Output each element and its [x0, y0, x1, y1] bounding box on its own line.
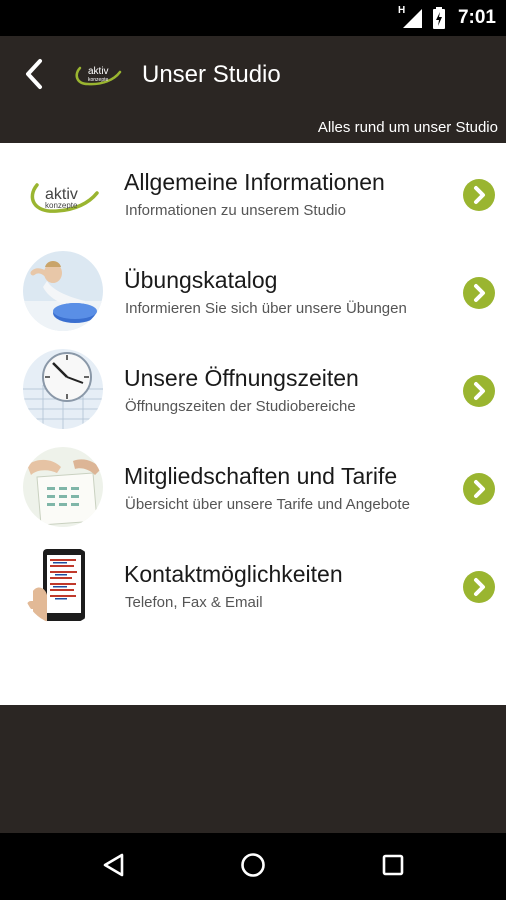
- chevron-right-icon: [463, 375, 495, 407]
- list-item-mitgliedschaften-tarife[interactable]: Mitgliedschaften und Tarife Übersicht üb…: [0, 437, 506, 535]
- nav-home-button[interactable]: [231, 845, 275, 889]
- list-item-title: Übungskatalog: [124, 267, 278, 293]
- contact-phone-photo-thumb: [23, 545, 103, 625]
- list-item-kontaktmoeglichkeiten[interactable]: Kontaktmöglichkeiten Telefon, Fax & Emai…: [0, 535, 506, 633]
- back-triangle-icon: [101, 852, 127, 883]
- svg-text:aktiv: aktiv: [88, 66, 109, 77]
- chevron-right-icon: [463, 571, 495, 603]
- list-item-oeffnungszeiten[interactable]: Unsere Öffnungszeiten Öffnungszeiten der…: [0, 339, 506, 437]
- list-item-title: Kontaktmöglichkeiten: [124, 561, 343, 587]
- status-icons: H 7:01: [397, 0, 496, 36]
- list-item-uebungskatalog[interactable]: Übungskatalog Informieren Sie sich über …: [0, 241, 506, 339]
- page-subtitle: Alles rund um unser Studio: [317, 119, 498, 136]
- list-item-subtitle: Öffnungszeiten der Studiobereiche: [125, 398, 356, 415]
- network-label: H: [397, 5, 406, 16]
- status-time: 7:01: [457, 7, 496, 28]
- home-circle-icon: [240, 852, 266, 883]
- list-item-subtitle: Telefon, Fax & Email: [125, 594, 263, 611]
- footer-area: [0, 705, 506, 833]
- svg-text:konzepte: konzepte: [88, 77, 109, 83]
- app-logo: aktiv konzepte: [74, 62, 124, 88]
- list-item-subtitle: Informieren Sie sich über unsere Übungen: [125, 300, 407, 317]
- list-item-allgemeine-informationen[interactable]: aktiv konzepte Allgemeine Informationen …: [0, 143, 506, 241]
- list-item-title: Mitgliedschaften und Tarife: [124, 463, 398, 489]
- menu-list: aktiv konzepte Allgemeine Informationen …: [0, 143, 506, 705]
- clock-photo-thumb: [23, 349, 103, 429]
- nav-recents-button[interactable]: [371, 845, 415, 889]
- svg-text:konzepte: konzepte: [45, 201, 78, 210]
- chevron-right-icon: [463, 473, 495, 505]
- battery-charging-icon: [432, 7, 446, 29]
- list-item-title: Unsere Öffnungszeiten: [124, 365, 359, 391]
- nav-back-button[interactable]: [92, 845, 136, 889]
- app-bar: aktiv konzepte Unser Studio Alles rund u…: [0, 36, 506, 143]
- list-item-subtitle: Informationen zu unserem Studio: [125, 202, 346, 219]
- chevron-left-icon: [22, 57, 46, 96]
- list-item-subtitle: Übersicht über unsere Tarife und Angebot…: [125, 496, 410, 513]
- system-nav-bar: [0, 833, 506, 900]
- signal-icon: H: [397, 5, 424, 29]
- back-button[interactable]: [14, 54, 54, 98]
- list-item-title: Allgemeine Informationen: [124, 169, 385, 195]
- page-title: Unser Studio: [142, 61, 281, 88]
- chevron-right-icon: [463, 179, 495, 211]
- screen: H 7:01 aktiv konzepte Unser Studio Alles…: [0, 0, 506, 900]
- exercise-photo-thumb: [23, 251, 103, 331]
- status-bar: H 7:01: [0, 0, 506, 36]
- aktiv-konzepte-logo-thumb: aktiv konzepte: [23, 153, 103, 233]
- chevron-right-icon: [463, 277, 495, 309]
- recents-square-icon: [380, 852, 406, 883]
- contract-photo-thumb: [23, 447, 103, 527]
